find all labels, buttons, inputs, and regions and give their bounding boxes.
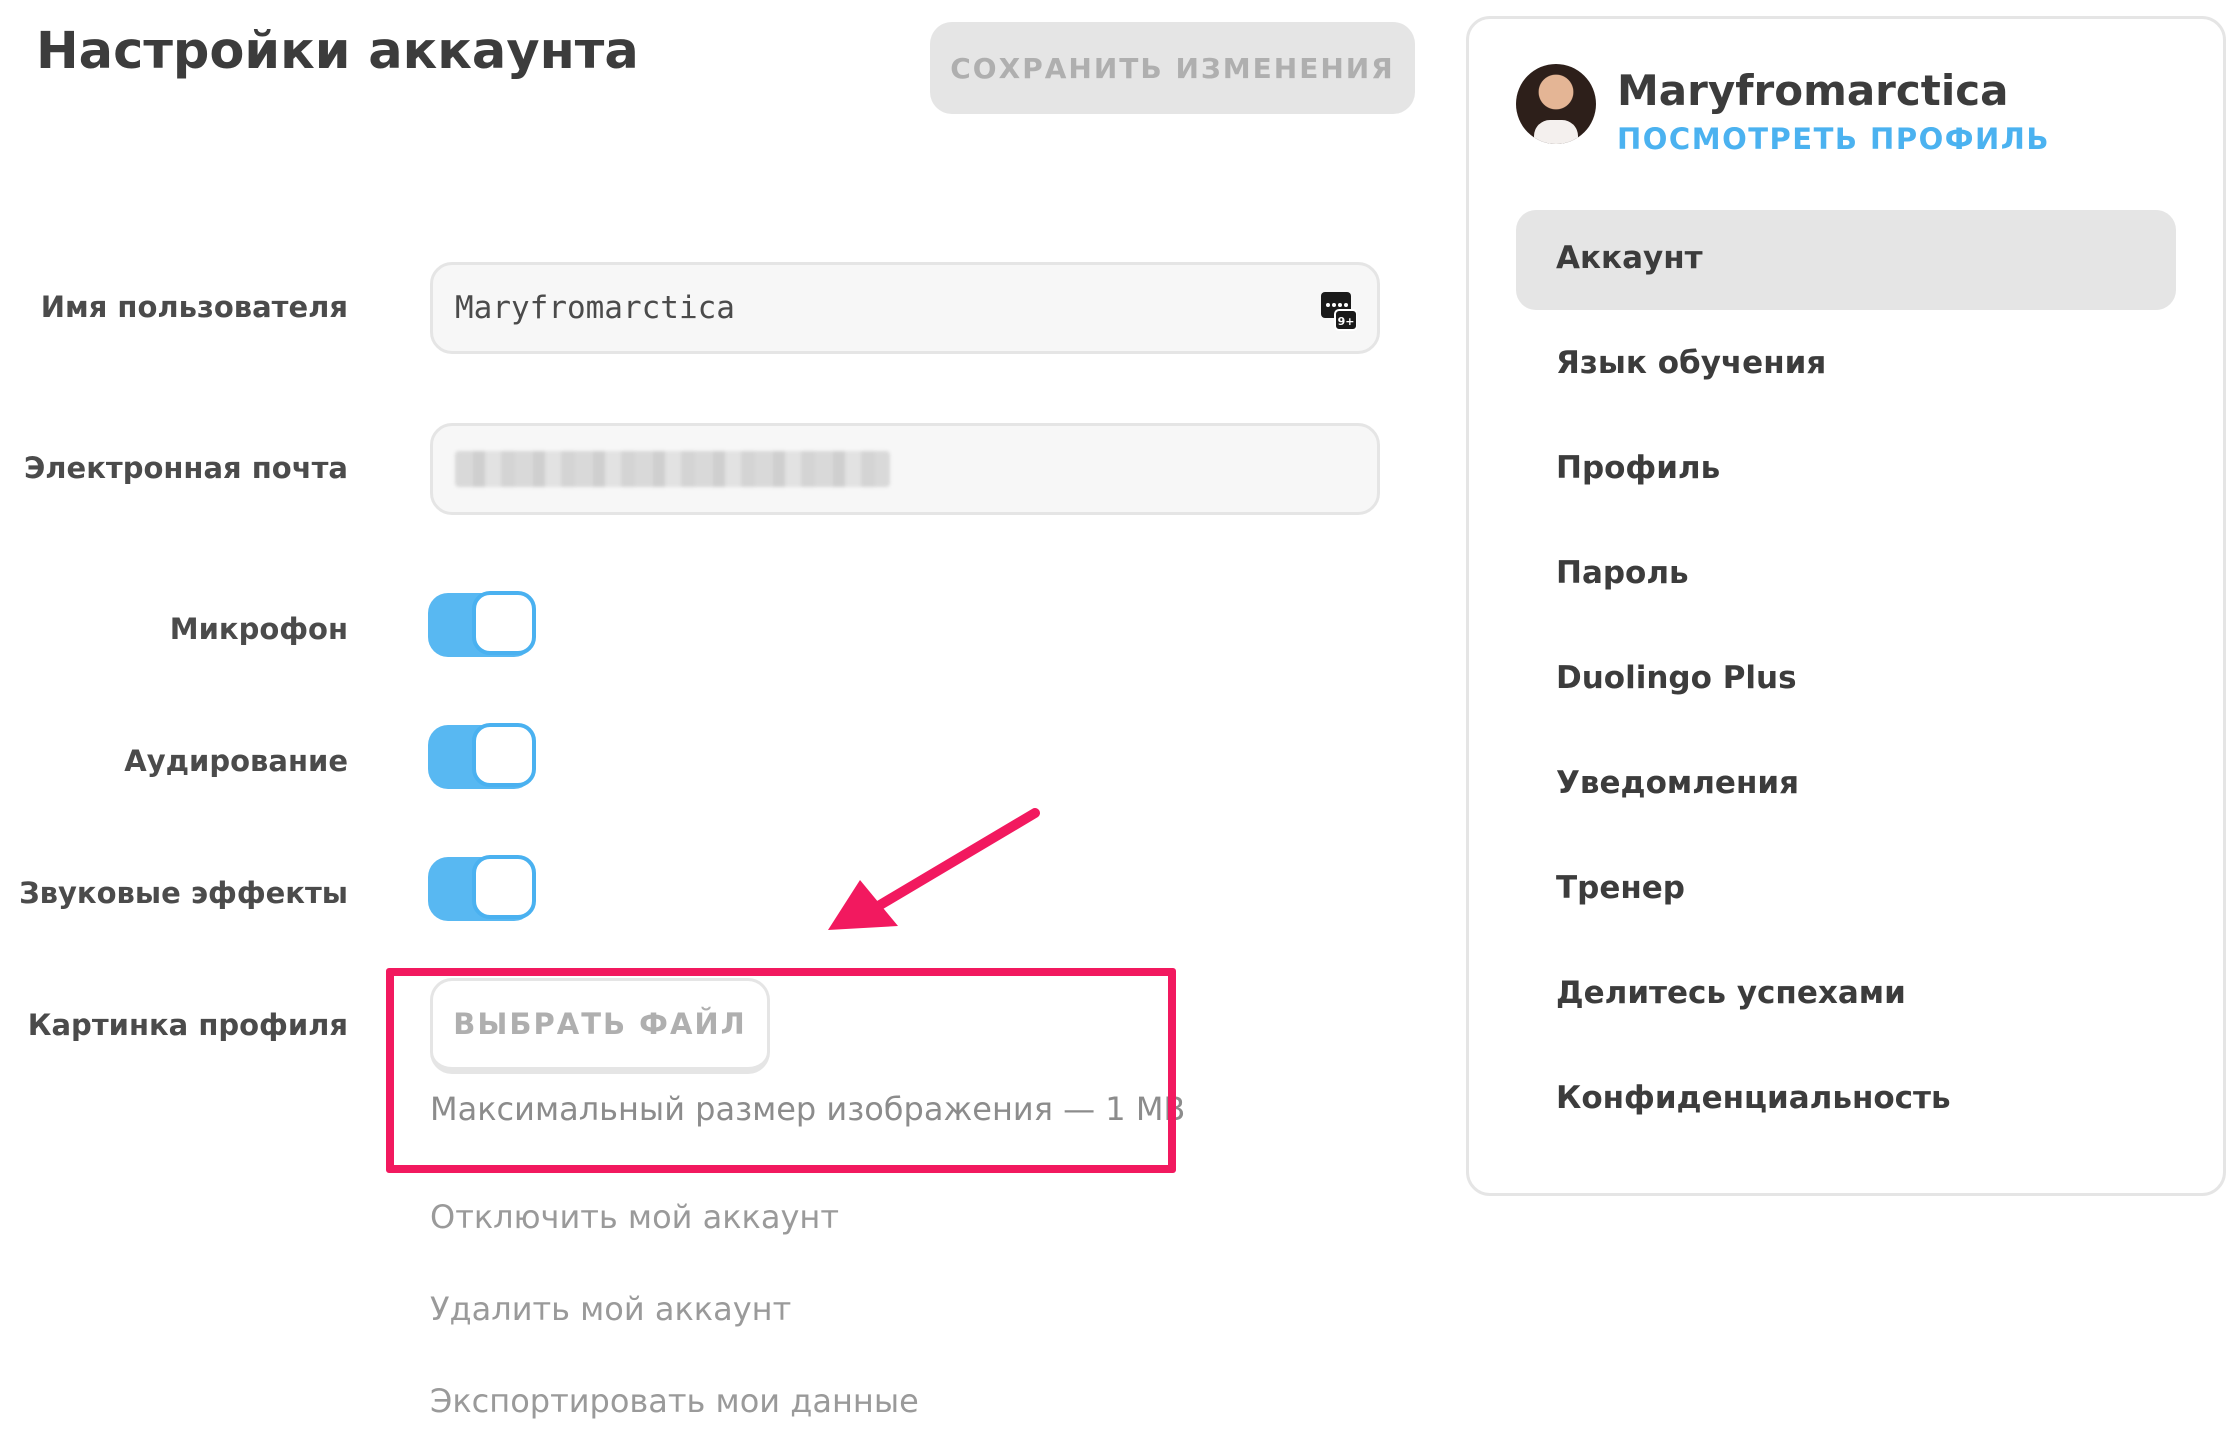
listening-toggle[interactable] [428,723,536,789]
listening-label: Аудирование [124,744,348,778]
sidebar-item-learning-language[interactable]: Язык обучения [1556,345,1826,381]
page-title: Настройки аккаунта [36,22,639,81]
settings-sidebar [1466,16,2226,1196]
sound-effects-toggle[interactable] [428,855,536,921]
sidebar-item-share-progress[interactable]: Делитесь успехами [1556,975,1906,1011]
username-label: Имя пользователя [40,290,348,324]
sidebar-item-profile[interactable]: Профиль [1556,450,1720,486]
toggle-knob [472,723,536,787]
sidebar-item-notifications[interactable]: Уведомления [1556,765,1799,801]
save-changes-button[interactable]: СОХРАНИТЬ ИЗМЕНЕНИЯ [930,22,1415,114]
sound-effects-label: Звуковые эффекты [19,876,348,910]
delete-account-link[interactable]: Удалить мой аккаунт [430,1290,791,1328]
email-label: Электронная почта [24,451,348,485]
sidebar-username: Maryfromarctica [1617,66,2009,115]
annotation-arrow-icon [828,808,1040,930]
svg-text:9+: 9+ [1338,315,1355,328]
disable-account-link[interactable]: Отключить мой аккаунт [430,1198,839,1236]
avatar[interactable] [1516,64,1596,144]
email-value-redacted [455,451,890,487]
profile-picture-label: Картинка профиля [27,1008,348,1042]
keyboard-icon[interactable]: 9+ [1321,292,1357,332]
view-profile-link[interactable]: ПОСМОТРЕТЬ ПРОФИЛЬ [1617,122,2050,156]
email-field[interactable] [430,423,1380,515]
sidebar-item-privacy[interactable]: Конфиденциальность [1556,1080,1951,1116]
sidebar-item-coach[interactable]: Тренер [1556,870,1685,906]
sidebar-item-password[interactable]: Пароль [1556,555,1689,591]
highlight-box [386,968,1176,1173]
toggle-knob [472,855,536,919]
avatar-shirt [1534,120,1578,144]
microphone-toggle[interactable] [428,591,536,657]
export-data-link[interactable]: Экспортировать мои данные [430,1382,919,1420]
username-value: Maryfromarctica [455,290,735,326]
username-field[interactable]: Maryfromarctica 9+ [430,262,1380,354]
microphone-label: Микрофон [169,612,348,646]
sidebar-item-account[interactable]: Аккаунт [1556,240,1703,276]
sidebar-item-duolingo-plus[interactable]: Duolingo Plus [1556,660,1797,696]
toggle-knob [472,591,536,655]
